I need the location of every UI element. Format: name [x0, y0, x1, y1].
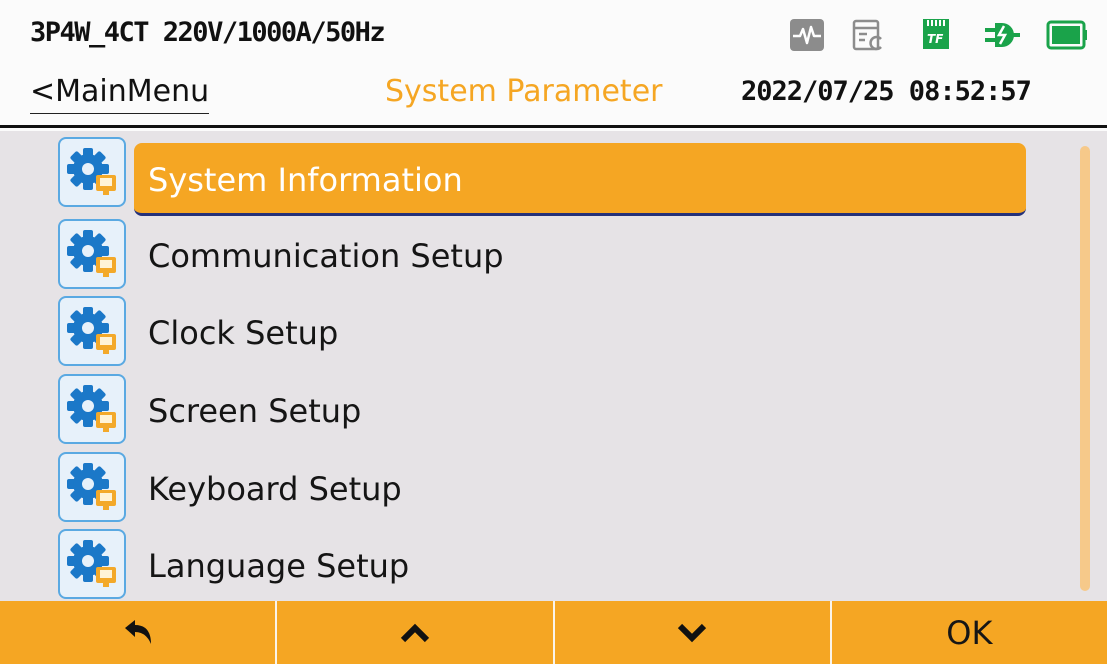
datetime: 2022/07/25 08:52:57 [741, 76, 1032, 107]
power-plug-icon [982, 19, 1022, 51]
menu-item-system-information[interactable]: System Information [0, 137, 1060, 216]
menu-item-screen-setup[interactable]: Screen Setup [0, 370, 1060, 444]
menu-item-label: Screen Setup [148, 392, 362, 430]
menu-item-label: Communication Setup [148, 237, 504, 275]
settings-gear-icon [58, 137, 126, 207]
menu-item-communication-setup[interactable]: Communication Setup [0, 215, 1060, 289]
up-button[interactable] [277, 601, 555, 664]
back-button[interactable] [0, 601, 278, 664]
menu-item-language-setup[interactable]: Language Setup [0, 525, 1060, 599]
tf-card-icon: TF [920, 17, 952, 51]
menu-item-label: Clock Setup [148, 314, 339, 352]
scrollbar[interactable] [1080, 146, 1090, 591]
menu-item-label: Language Setup [148, 547, 410, 585]
log-icon [852, 19, 884, 51]
title-bar: <MainMenu System Parameter 2022/07/25 08… [0, 68, 1107, 128]
status-bar: 3P4W_4CT 220V/1000A/50Hz TF [0, 0, 1107, 68]
return-arrow-icon [124, 619, 151, 644]
settings-gear-icon [58, 374, 126, 444]
ok-label: OK [946, 613, 993, 652]
battery-icon [1046, 20, 1088, 50]
ok-button[interactable]: OK [832, 601, 1107, 664]
menu-item-clock-setup[interactable]: Clock Setup [0, 292, 1060, 366]
menu-item-label: System Information [148, 161, 463, 199]
waveform-icon [790, 19, 824, 51]
settings-gear-icon [58, 296, 126, 366]
settings-gear-icon [58, 529, 126, 599]
tf-label: TF [927, 32, 944, 46]
chevron-down-icon [678, 623, 707, 642]
chevron-up-icon [400, 623, 429, 642]
settings-gear-icon [58, 219, 126, 289]
main-menu-link[interactable]: <MainMenu [30, 74, 210, 114]
settings-gear-icon [58, 452, 126, 522]
menu-list: System Information Communication Setup C… [0, 131, 1107, 601]
softkey-bar: OK [0, 601, 1107, 664]
wiring-info: 3P4W_4CT 220V/1000A/50Hz [30, 17, 386, 48]
down-button[interactable] [555, 601, 832, 664]
menu-item-keyboard-setup[interactable]: Keyboard Setup [0, 448, 1060, 522]
page-title: System Parameter [385, 74, 663, 109]
menu-item-label: Keyboard Setup [148, 470, 402, 508]
